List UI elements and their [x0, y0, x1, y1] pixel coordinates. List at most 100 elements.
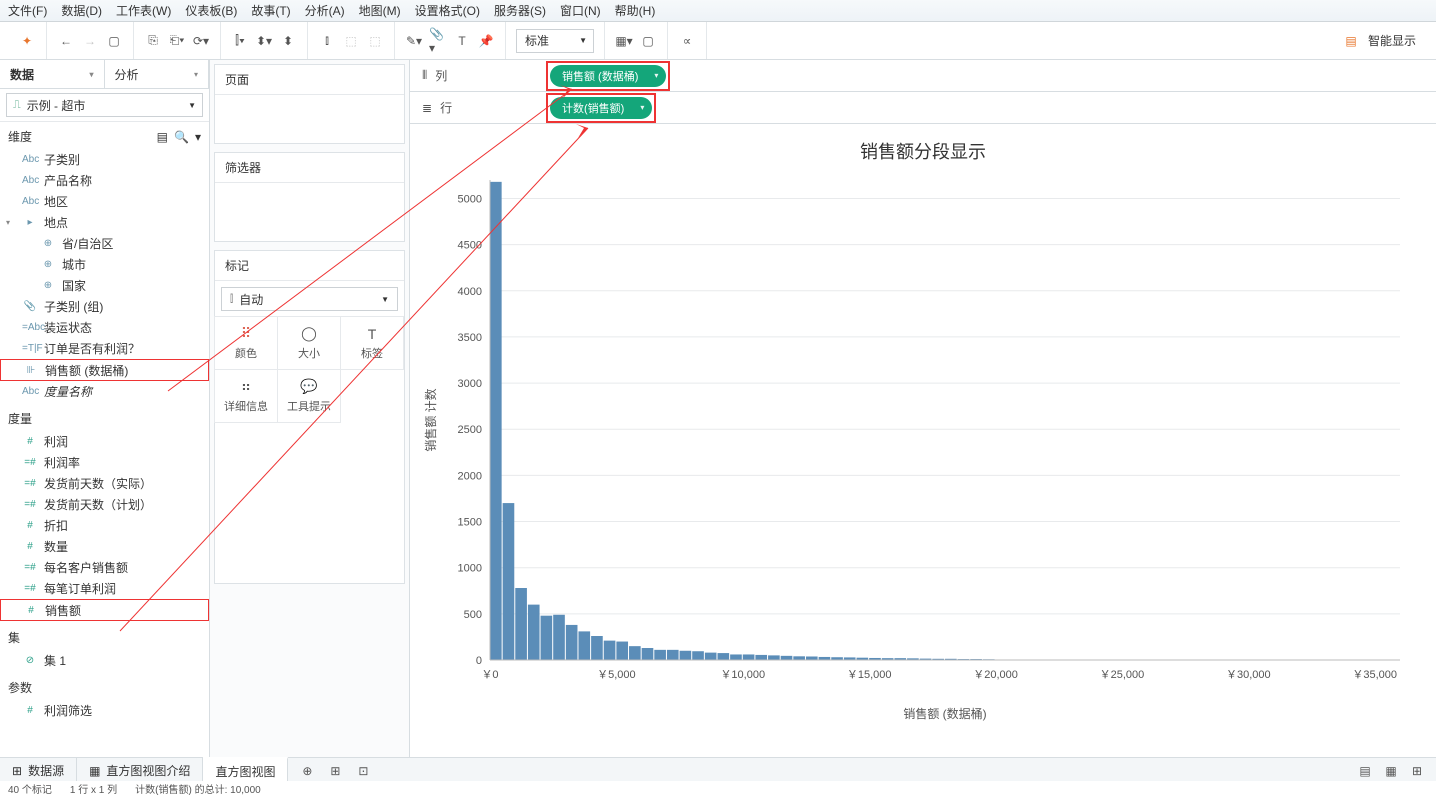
new-sheet-icon[interactable]: ⎗▾: [168, 32, 186, 50]
showme-label[interactable]: 智能显示: [1368, 32, 1416, 49]
datasource-tab[interactable]: ⊞数据源: [0, 758, 77, 783]
field-item[interactable]: ⊘ 集 1: [0, 650, 209, 671]
fix-icon[interactable]: 📌: [477, 32, 495, 50]
back-icon[interactable]: ←: [57, 32, 75, 50]
new-dashboard-icon[interactable]: ⊞: [326, 762, 344, 780]
sort-desc-icon[interactable]: ⬍: [279, 32, 297, 50]
field-item[interactable]: =#发货前天数（实际）: [0, 473, 209, 494]
group-icon[interactable]: ⫾: [318, 32, 336, 50]
fit-dropdown[interactable]: 标准 ▼: [516, 29, 594, 53]
tab-data[interactable]: 数据▾: [0, 60, 105, 88]
forward-icon[interactable]: →: [81, 32, 99, 50]
menu-worksheet[interactable]: 工作表(W): [116, 2, 171, 19]
field-type-icon: ⊘: [22, 655, 38, 666]
svg-text:0: 0: [476, 655, 482, 667]
view-list-icon[interactable]: ▤: [157, 130, 168, 144]
columns-pill[interactable]: 销售额 (数据桶): [550, 65, 666, 87]
field-item[interactable]: ⊪销售额 (数据桶): [0, 359, 209, 381]
field-item[interactable]: =Abc装运状态: [0, 317, 209, 338]
svg-text:￥25,000: ￥25,000: [1100, 669, 1145, 681]
sheet-tab-0[interactable]: ▦直方图视图介绍: [77, 758, 203, 783]
field-type-icon: =#: [22, 583, 38, 594]
menu-server[interactable]: 服务器(S): [494, 2, 546, 19]
showhide-icon[interactable]: ▦▾: [615, 32, 633, 50]
field-item[interactable]: =T|F订单是否有利润？: [0, 338, 209, 359]
field-item[interactable]: =#每笔订单利润: [0, 578, 209, 599]
sort2-icon[interactable]: ⬚: [366, 32, 384, 50]
menu-help[interactable]: 帮助(H): [615, 2, 656, 19]
field-item[interactable]: #利润筛选: [0, 700, 209, 721]
menu-dashboard[interactable]: 仪表板(B): [185, 2, 237, 19]
field-item[interactable]: =#每名客户销售额: [0, 557, 209, 578]
field-label: 订单是否有利润？: [44, 340, 205, 357]
field-item[interactable]: # 数量: [0, 536, 209, 557]
svg-text:￥10,000: ￥10,000: [720, 669, 765, 681]
menu-data[interactable]: 数据(D): [61, 2, 102, 19]
field-item[interactable]: ⊕城市: [0, 254, 209, 275]
field-item[interactable]: Abc子类别: [0, 149, 209, 170]
field-label: 城市: [62, 256, 205, 273]
new-datasource-icon[interactable]: ⎘: [144, 32, 162, 50]
columns-shelf[interactable]: ⦀列 销售额 (数据桶): [410, 60, 1436, 92]
status-total: 计数(销售额) 的总计: 10,000: [135, 781, 261, 796]
field-item[interactable]: Abc地区: [0, 191, 209, 212]
highlight-icon[interactable]: ✎▾: [405, 32, 423, 50]
chart-title[interactable]: 销售额分段显示: [410, 124, 1436, 170]
search-icon[interactable]: 🔍: [174, 130, 189, 144]
field-item[interactable]: #折扣: [0, 515, 209, 536]
filmstrip-icon[interactable]: ▤: [1356, 762, 1374, 780]
swap-icon[interactable]: ⫿▾: [231, 32, 249, 50]
sheet-tab-1[interactable]: 直方图视图: [203, 757, 288, 783]
mark-color[interactable]: ⠿颜色: [214, 316, 278, 370]
save-icon[interactable]: ▢: [105, 32, 123, 50]
menu-file[interactable]: 文件(F): [8, 2, 47, 19]
rows-shelf[interactable]: ≣行 计数(销售额): [410, 92, 1436, 124]
showtabs-icon[interactable]: ⊞: [1408, 762, 1426, 780]
field-item[interactable]: Abc产品名称: [0, 170, 209, 191]
field-type-icon: #: [22, 541, 38, 552]
datasource-dropdown[interactable]: ⎍ 示例 - 超市 ▼: [6, 93, 203, 117]
cards-panel: 页面 筛选器 标记 ⫿ 自动 ▼ ⠿颜色 ◯大小 T标签 ⠶详细信息 💬工具提示: [210, 60, 410, 769]
field-item[interactable]: #销售额: [0, 599, 209, 621]
attach-icon[interactable]: 📎▾: [429, 32, 447, 50]
field-item[interactable]: #利润: [0, 431, 209, 452]
field-item[interactable]: 📎子类别 (组): [0, 296, 209, 317]
new-story-icon[interactable]: ⊡: [354, 762, 372, 780]
field-item[interactable]: ⊕省/自治区: [0, 233, 209, 254]
menu-format[interactable]: 设置格式(O): [415, 2, 480, 19]
sortsheets-icon[interactable]: ▦: [1382, 762, 1400, 780]
refresh-icon[interactable]: ⟳▾: [192, 32, 210, 50]
menu-window[interactable]: 窗口(N): [560, 2, 601, 19]
field-label: 地点: [44, 214, 205, 231]
new-worksheet-icon[interactable]: ⊕: [298, 762, 316, 780]
pages-card[interactable]: 页面: [214, 64, 405, 144]
filters-card[interactable]: 筛选器: [214, 152, 405, 242]
menu-analysis[interactable]: 分析(A): [305, 2, 345, 19]
mark-size[interactable]: ◯大小: [277, 316, 341, 370]
status-dims: 1 行 x 1 列: [70, 781, 117, 796]
mark-detail[interactable]: ⠶详细信息: [214, 369, 278, 423]
tableau-logo-icon[interactable]: ✦: [18, 32, 36, 50]
sort-asc-icon[interactable]: ⬍▾: [255, 32, 273, 50]
field-label: 数量: [44, 538, 205, 555]
field-item[interactable]: ▾▸地点: [0, 212, 209, 233]
mark-tooltip[interactable]: 💬工具提示: [277, 369, 341, 423]
mark-type-dropdown[interactable]: ⫿ 自动 ▼: [221, 287, 398, 311]
field-item[interactable]: Abc度量名称: [0, 381, 209, 402]
share-icon[interactable]: ∝: [678, 32, 696, 50]
tab-analysis[interactable]: 分析▾: [105, 60, 210, 88]
field-type-icon: #: [22, 520, 38, 531]
label-icon[interactable]: T: [453, 32, 471, 50]
mark-label[interactable]: T标签: [340, 316, 404, 370]
field-item[interactable]: =#利润率: [0, 452, 209, 473]
field-item[interactable]: =#发货前天数（计划）: [0, 494, 209, 515]
rows-pill[interactable]: 计数(销售额): [550, 97, 652, 119]
sort1-icon[interactable]: ⬚: [342, 32, 360, 50]
menu-story[interactable]: 故事(T): [251, 2, 290, 19]
field-item[interactable]: ⊕国家: [0, 275, 209, 296]
menu-map[interactable]: 地图(M): [359, 2, 401, 19]
chart-canvas[interactable]: 0500100015002000250030003500400045005000…: [410, 170, 1420, 730]
present-icon[interactable]: ▢: [639, 32, 657, 50]
field-label: 集 1: [44, 652, 205, 669]
marks-grid: ⠿颜色 ◯大小 T标签 ⠶详细信息 💬工具提示: [215, 317, 404, 423]
